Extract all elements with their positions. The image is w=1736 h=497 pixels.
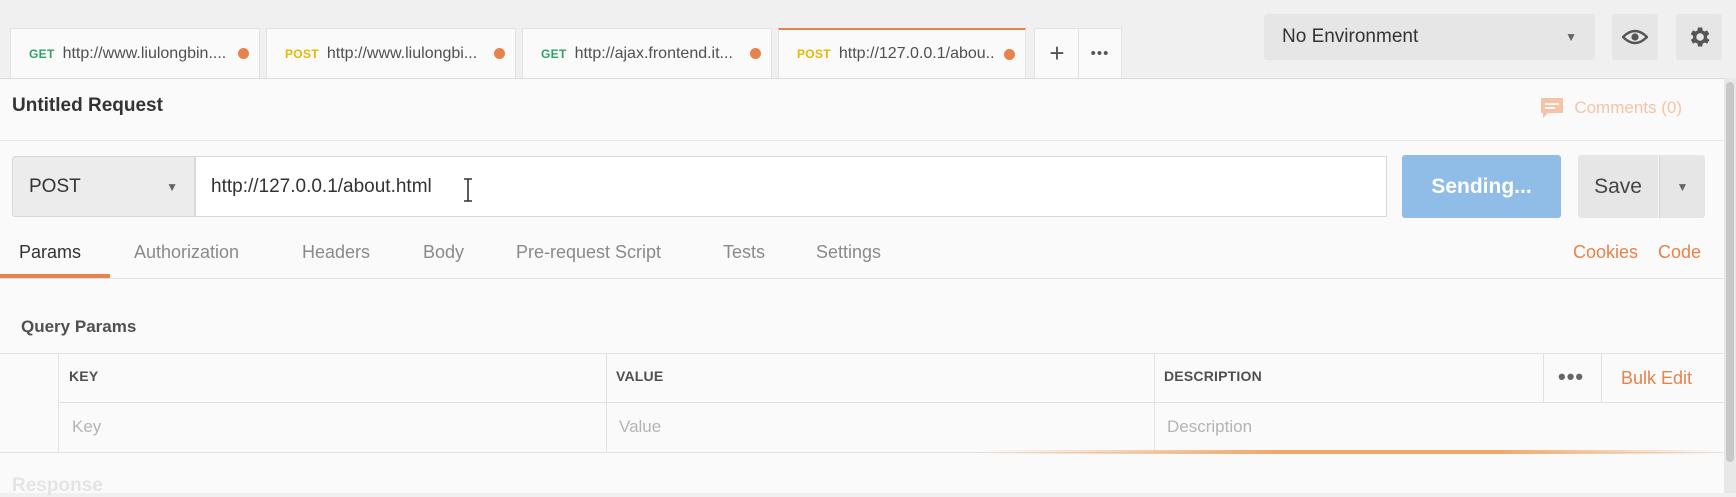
column-divider (1543, 354, 1544, 402)
tab-body[interactable]: Body (423, 242, 464, 263)
response-heading: Response (12, 475, 103, 496)
save-button[interactable]: Save (1578, 155, 1658, 218)
tab-authorization[interactable]: Authorization (134, 242, 239, 263)
tab-url: http://ajax.frontend.it... (574, 44, 733, 62)
tab-settings[interactable]: Settings (816, 242, 881, 263)
plus-icon: + (1049, 38, 1065, 68)
chevron-down-icon: ▼ (1565, 30, 1577, 44)
column-header-value: VALUE (616, 368, 664, 384)
new-tab-button[interactable]: + (1034, 28, 1080, 78)
http-method-select[interactable]: POST ▼ (12, 156, 195, 217)
request-tab-1[interactable]: GET http://www.liulongbin.... (10, 28, 260, 78)
value-input[interactable]: Value (619, 417, 661, 437)
request-panel: Untitled Request Comments (0) POST ▼ Sen… (0, 79, 1724, 496)
query-params-heading: Query Params (21, 317, 137, 336)
tab-options-button[interactable]: ••• (1078, 28, 1122, 78)
more-icon: ••• (1090, 45, 1110, 62)
request-tab-2[interactable]: POST http://www.liulongbi... (266, 28, 516, 78)
comments-button[interactable]: Comments (0) (1540, 97, 1682, 119)
comments-label: Comments (0) (1574, 98, 1682, 117)
scrollbar-thumb[interactable] (1726, 82, 1734, 462)
column-header-description: DESCRIPTION (1164, 368, 1262, 384)
request-tab-4[interactable]: POST http://127.0.0.1/abou... (778, 28, 1026, 78)
unsaved-dot-icon (494, 48, 505, 59)
tab-method: POST (797, 47, 831, 61)
tab-method: GET (29, 46, 55, 61)
http-method-label: POST (29, 175, 81, 197)
bulk-edit-link[interactable]: Bulk Edit (1621, 368, 1692, 389)
save-options-button[interactable]: ▼ (1659, 155, 1705, 218)
tab-method: POST (285, 46, 319, 61)
request-title[interactable]: Untitled Request (12, 95, 163, 117)
chevron-down-icon: ▼ (166, 179, 178, 194)
tab-bar: GET http://www.liulongbin.... POST http:… (0, 0, 1736, 79)
tab-tests[interactable]: Tests (723, 242, 765, 263)
column-divider (1601, 354, 1602, 402)
tab-params[interactable]: Params (19, 242, 81, 263)
header-divider (58, 402, 1724, 403)
divider (0, 140, 1724, 141)
manage-environments-button[interactable] (1676, 14, 1722, 60)
eye-icon (1622, 29, 1648, 45)
text-cursor-icon (464, 178, 472, 202)
tab-url: http://www.liulongbin.... (62, 44, 227, 62)
vertical-scrollbar[interactable] (1724, 78, 1736, 493)
unsaved-dot-icon (1004, 48, 1015, 60)
environment-select[interactable]: No Environment ▼ (1264, 14, 1595, 60)
key-input[interactable]: Key (72, 417, 101, 437)
unsaved-dot-icon (750, 48, 761, 59)
environment-quick-look-button[interactable] (1612, 14, 1658, 60)
column-divider (1154, 354, 1155, 452)
request-url-input[interactable] (195, 156, 1387, 217)
more-icon[interactable]: ••• (1558, 364, 1584, 390)
request-tab-3[interactable]: GET http://ajax.frontend.it... (522, 28, 772, 78)
request-subtabs: Params Authorization Headers Body Pre-re… (0, 234, 1724, 279)
column-divider (58, 354, 59, 452)
tab-headers[interactable]: Headers (302, 242, 370, 263)
gear-icon (1690, 27, 1710, 47)
active-tab-indicator (0, 274, 110, 278)
description-input[interactable]: Description (1167, 417, 1252, 437)
environment-label: No Environment (1282, 26, 1419, 47)
comment-icon (1541, 98, 1564, 118)
query-params-table: KEY VALUE DESCRIPTION ••• Bulk Edit Key … (0, 353, 1724, 453)
tab-method: GET (541, 46, 567, 61)
tab-pre-request-script[interactable]: Pre-request Script (516, 242, 661, 263)
code-link[interactable]: Code (1658, 242, 1701, 263)
loading-progress-bar (980, 450, 1720, 454)
column-header-key: KEY (69, 368, 99, 384)
unsaved-dot-icon (238, 48, 249, 59)
tab-url: http://www.liulongbi... (326, 44, 478, 62)
send-button[interactable]: Sending... (1402, 155, 1561, 218)
tab-url: http://127.0.0.1/abou... (838, 45, 996, 62)
cookies-link[interactable]: Cookies (1573, 242, 1638, 263)
chevron-down-icon: ▼ (1676, 179, 1689, 194)
column-divider (606, 354, 607, 452)
